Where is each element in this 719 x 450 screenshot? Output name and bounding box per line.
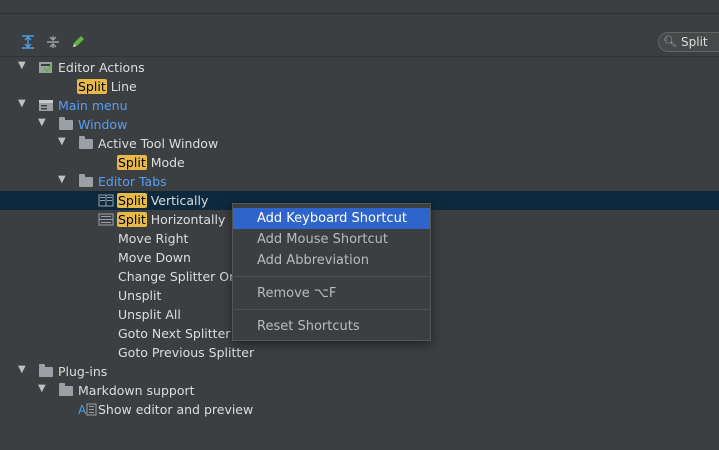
expand-arrow-icon[interactable]: ▼ <box>18 364 26 375</box>
edit-pencil-icon[interactable] <box>70 34 86 50</box>
tree-row-split-line[interactable]: Split Line <box>0 77 719 96</box>
context-menu: Add Keyboard Shortcut Add Mouse Shortcut… <box>232 203 431 341</box>
expand-arrow-icon[interactable]: ▼ <box>58 136 66 147</box>
tree-label: Split Horizontally <box>117 212 226 227</box>
folder-icon <box>78 136 94 151</box>
tree-row-window[interactable]: ▼ Window <box>0 115 719 134</box>
remove-item[interactable]: Remove ⌥F <box>233 283 430 304</box>
tree-row-show-editor-preview[interactable]: A Show editor and preview <box>0 400 719 419</box>
split-vertically-icon <box>98 193 114 208</box>
tree-label: Move Right <box>118 231 189 246</box>
tree-label: Split Mode <box>117 155 185 170</box>
search-input[interactable] <box>681 34 719 50</box>
main-menu-icon <box>38 98 54 113</box>
tree-label: Change Splitter Or <box>118 269 235 284</box>
tree-row-active-tool-window[interactable]: ▼ Active Tool Window <box>0 134 719 153</box>
expand-arrow-icon[interactable]: ▼ <box>18 98 26 109</box>
tree-label: Unsplit <box>118 288 162 303</box>
top-panel-edge <box>0 0 719 14</box>
tree-row-main-menu[interactable]: ▼ Main menu <box>0 96 719 115</box>
svg-text:A: A <box>78 403 87 417</box>
folder-icon <box>58 383 74 398</box>
tree-label: Active Tool Window <box>98 136 219 151</box>
tree-row-editor-actions[interactable]: ▼ Editor Actions <box>0 58 719 77</box>
tree-label: Split Line <box>77 79 137 94</box>
add-mouse-shortcut-item[interactable]: Add Mouse Shortcut <box>233 229 430 250</box>
expand-all-icon[interactable] <box>20 34 36 50</box>
expand-arrow-icon[interactable]: ▼ <box>38 383 46 394</box>
folder-icon <box>38 364 54 379</box>
tree-label: Main menu <box>58 98 128 113</box>
menu-separator <box>234 309 429 310</box>
tree-label: Split Vertically <box>117 193 209 208</box>
collapse-all-icon[interactable] <box>45 34 61 50</box>
tree-label: Unsplit All <box>118 307 181 322</box>
expand-arrow-icon[interactable]: ▼ <box>18 60 26 71</box>
search-match: Split <box>77 79 107 94</box>
tree-label: Show editor and preview <box>98 402 254 417</box>
add-keyboard-shortcut-item[interactable]: Add Keyboard Shortcut <box>233 208 430 229</box>
split-horizontally-icon <box>98 212 114 227</box>
folder-icon <box>58 117 74 132</box>
tree-label: Move Down <box>118 250 191 265</box>
tree-label: Editor Tabs <box>98 174 167 189</box>
search-match: Split <box>117 155 147 170</box>
tree-label: Markdown support <box>78 383 195 398</box>
tree-label: Editor Actions <box>58 60 145 75</box>
tree-row-markdown-support[interactable]: ▼ Markdown support <box>0 381 719 400</box>
tree-label: Goto Next Splitter <box>118 326 231 341</box>
search-field[interactable]: 🔍︎ <box>658 32 719 52</box>
reset-shortcuts-item[interactable]: Reset Shortcuts <box>233 316 430 337</box>
keymap-toolbar: 🔍︎ <box>0 30 719 57</box>
editor-preview-icon: A <box>78 402 97 417</box>
tree-row-split-mode[interactable]: Split Mode <box>0 153 719 172</box>
editor-actions-icon <box>38 60 54 75</box>
search-match: Split <box>117 193 147 208</box>
tree-label: Window <box>78 117 128 132</box>
tree-row-plug-ins[interactable]: ▼ Plug-ins <box>0 362 719 381</box>
tree-row-editor-tabs[interactable]: ▼ Editor Tabs <box>0 172 719 191</box>
search-icon: 🔍︎ <box>663 35 677 48</box>
tree-label: Goto Previous Splitter <box>118 345 255 360</box>
expand-arrow-icon[interactable]: ▼ <box>58 174 66 185</box>
tree-label: Plug-ins <box>58 364 108 379</box>
search-match: Split <box>117 212 147 227</box>
tree-row-goto-previous-splitter[interactable]: Goto Previous Splitter <box>0 343 719 362</box>
add-abbreviation-item[interactable]: Add Abbreviation <box>233 250 430 271</box>
expand-arrow-icon[interactable]: ▼ <box>38 117 46 128</box>
menu-separator <box>234 276 429 277</box>
folder-icon <box>78 174 94 189</box>
